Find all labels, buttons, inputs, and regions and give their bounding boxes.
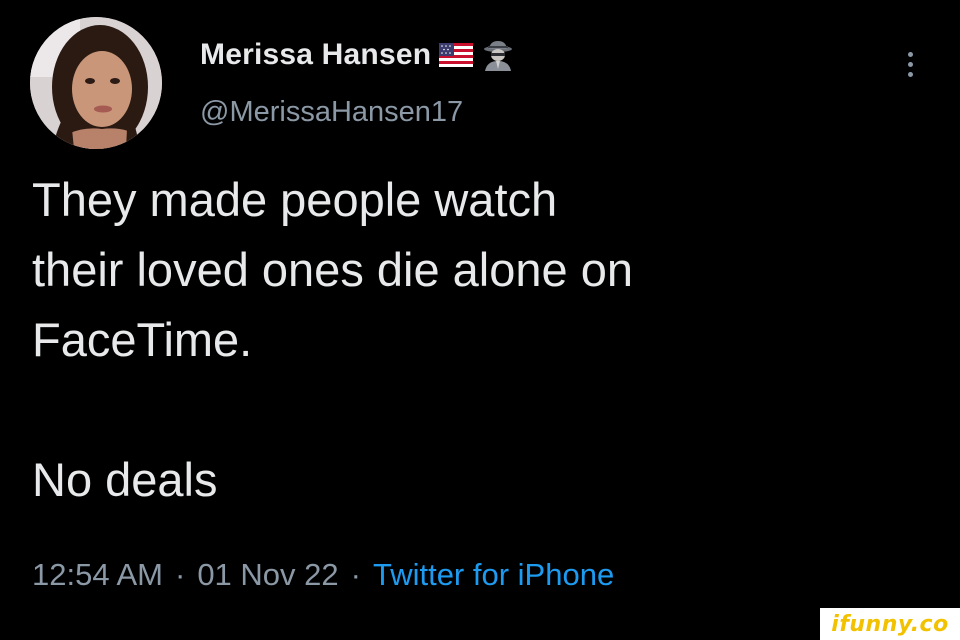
avatar[interactable] (30, 17, 162, 149)
tweet-meta: 12:54 AM · 01 Nov 22 · Twitter for iPhon… (32, 557, 614, 593)
tweet-line: They made people watch (32, 173, 558, 226)
user-handle[interactable]: @MerissaHansen17 (200, 96, 463, 129)
tweet-line: their loved ones die alone on (32, 243, 633, 296)
watermark-text: ifunny.co (831, 611, 949, 637)
tweet-source-link[interactable]: Twitter for iPhone (373, 557, 614, 593)
tweet-line: No deals (32, 453, 218, 506)
tweet-card: Merissa Hansen @MerissaHansen17 They mad… (0, 0, 960, 640)
tweet-time[interactable]: 12:54 AM (32, 557, 163, 593)
display-name[interactable]: Merissa Hansen (200, 38, 431, 72)
tweet-line: FaceTime. (32, 313, 253, 366)
meta-separator: · (174, 557, 186, 592)
tweet-text: They made people watch their loved ones … (32, 165, 912, 515)
more-vertical-icon[interactable] (895, 44, 925, 84)
profile-photo (30, 17, 162, 149)
us-flag-icon (439, 43, 474, 67)
author-name-row: Merissa Hansen (200, 38, 515, 72)
spy-icon (481, 39, 515, 71)
tweet-date[interactable]: 01 Nov 22 (197, 557, 338, 593)
ifunny-watermark: ifunny.co (820, 608, 960, 640)
meta-separator: · (350, 557, 361, 592)
